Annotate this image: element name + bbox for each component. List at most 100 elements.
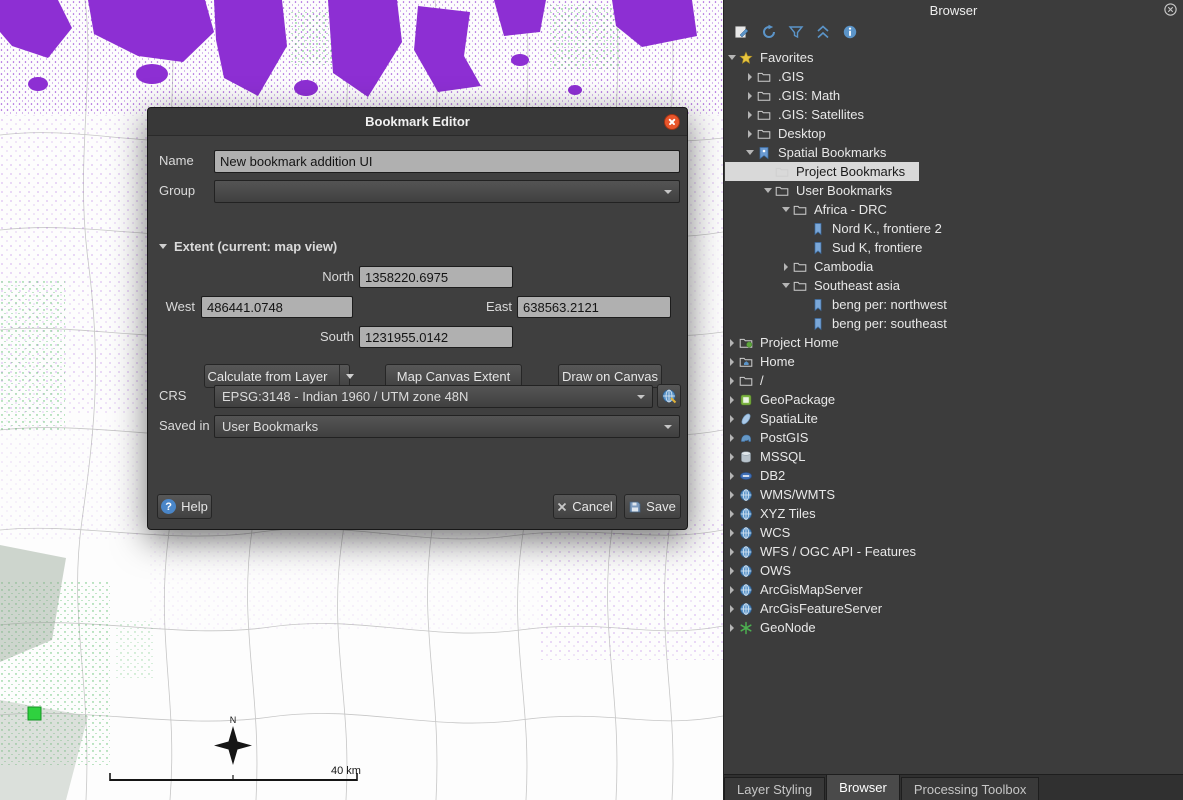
saved-in-combobox[interactable]: User Bookmarks [214,415,680,438]
north-label: N [230,715,237,725]
tree-item-southeast-asia[interactable]: Southeast asia [725,276,914,295]
group-label: Group [159,180,195,202]
chevron-right-icon[interactable] [743,105,757,124]
cancel-icon [557,502,567,512]
tree-item-user-bookmarks[interactable]: User Bookmarks [725,181,906,200]
chevron-right-icon[interactable] [725,485,739,504]
tree-item-africa-drc[interactable]: Africa - DRC [725,200,901,219]
tree-item-spatialite[interactable]: SpatiaLite [725,409,832,428]
close-panel-button[interactable] [1163,2,1178,17]
chevron-right-icon[interactable] [725,523,739,542]
tree-item-project-bookmarks[interactable]: Project Bookmarks [725,162,919,181]
chevron-right-icon[interactable] [725,599,739,618]
chevron-right-icon[interactable] [725,409,739,428]
tab-processing-toolbox[interactable]: Processing Toolbox [901,777,1040,800]
tree-item-arcgismapserver[interactable]: ArcGisMapServer [725,580,877,599]
bookmark-icon [811,241,827,255]
dock-tabs: Layer Styling Browser Processing Toolbox [724,774,1183,800]
chevron-right-icon[interactable] [743,86,757,105]
properties-icon[interactable] [841,23,859,41]
tab-layer-styling[interactable]: Layer Styling [724,777,825,800]
tree-item-xyz-tiles[interactable]: XYZ Tiles [725,504,830,523]
extent-section-header[interactable]: Extent (current: map view) [159,239,337,254]
dialog-close-button[interactable] [664,114,680,130]
tree-item-gis-math[interactable]: .GIS: Math [725,86,854,105]
tree-item-geonode[interactable]: GeoNode [725,618,830,637]
tree-item-geopackage[interactable]: GeoPackage [725,390,849,409]
chevron-right-icon[interactable] [725,352,739,371]
dialog-titlebar[interactable]: Bookmark Editor [148,108,687,136]
tree-item-root[interactable]: / [725,371,778,390]
tree-item-cambodia[interactable]: Cambodia [725,257,887,276]
tree-item-label: MSSQL [760,449,806,464]
tree-item-postgis[interactable]: PostGIS [725,428,822,447]
tab-browser[interactable]: Browser [826,774,900,800]
tree-item-favorites[interactable]: Favorites [725,48,827,67]
chevron-right-icon[interactable] [743,124,757,143]
filter-browser-icon[interactable] [787,23,805,41]
chevron-down-icon[interactable] [743,143,757,162]
project-home-icon [739,336,755,350]
chevron-right-icon[interactable] [725,447,739,466]
chevron-right-icon[interactable] [725,333,739,352]
chevron-right-icon[interactable] [725,542,739,561]
tree-item-label: ArcGisFeatureServer [760,601,882,616]
west-input[interactable] [201,296,353,318]
chevron-down-icon[interactable] [761,181,775,200]
chevron-right-icon[interactable] [725,428,739,447]
collapse-all-icon[interactable] [814,23,832,41]
help-button[interactable]: Help [157,494,212,519]
chevron-right-icon[interactable] [725,390,739,409]
crs-combobox[interactable]: EPSG:3148 - Indian 1960 / UTM zone 48N [214,385,653,408]
chevron-right-icon[interactable] [725,371,739,390]
folder-icon [757,70,773,84]
south-input[interactable] [359,326,513,348]
chevron-right-icon[interactable] [725,504,739,523]
chevron-down-icon[interactable] [725,48,739,67]
tree-item-wcs[interactable]: WCS [725,523,804,542]
chevron-right-icon[interactable] [779,257,793,276]
tree-item-project-home[interactable]: Project Home [725,333,853,352]
chevron-right-icon[interactable] [725,561,739,580]
tree-item-label: WFS / OGC API - Features [760,544,916,559]
folder-icon [757,127,773,141]
east-input[interactable] [517,296,671,318]
tree-item-spatial-bookmarks[interactable]: Spatial Bookmarks [725,143,900,162]
tree-item-db2[interactable]: DB2 [725,466,799,485]
chevron-right-icon[interactable] [725,466,739,485]
tree-item-gis-satellites[interactable]: .GIS: Satellites [725,105,878,124]
tree-item-wfs-ogc-api-features[interactable]: WFS / OGC API - Features [725,542,930,561]
save-button[interactable]: Save [624,494,681,519]
new-item-icon[interactable] [733,23,751,41]
tree-item-label: GeoPackage [760,392,835,407]
wcs-icon [739,526,755,540]
browser-toolbar [724,19,1183,46]
map-feature-highlight [28,707,41,720]
north-input[interactable] [359,266,513,288]
name-input[interactable] [214,150,680,173]
tree-item-sud-k-frontiere[interactable]: Sud K, frontiere [725,238,936,257]
draw-on-canvas-label: Draw on Canvas [562,369,658,384]
tree-item-wms-wmts[interactable]: WMS/WMTS [725,485,849,504]
cancel-button[interactable]: Cancel [553,494,617,519]
cancel-label: Cancel [572,499,612,514]
chevron-right-icon[interactable] [725,618,739,637]
tree-item-mssql[interactable]: MSSQL [725,447,820,466]
tree-item-nord-k-frontiere-2[interactable]: Nord K., frontiere 2 [725,219,956,238]
refresh-icon[interactable] [760,23,778,41]
tree-item-arcgisfeatureserver[interactable]: ArcGisFeatureServer [725,599,896,618]
chevron-right-icon[interactable] [743,67,757,86]
wms-icon [739,488,755,502]
chevron-down-icon[interactable] [779,200,793,219]
tree-item-label: Cambodia [814,259,873,274]
tree-item-desktop[interactable]: Desktop [725,124,840,143]
tree-item-ows[interactable]: OWS [725,561,805,580]
group-combobox[interactable] [214,180,680,203]
chevron-down-icon[interactable] [779,276,793,295]
tree-item-gis[interactable]: .GIS [725,67,818,86]
tree-item-beng-per-northwest[interactable]: beng per: northwest [725,295,961,314]
crs-picker-button[interactable] [657,384,681,408]
tree-item-beng-per-southeast[interactable]: beng per: southeast [725,314,961,333]
tree-item-home[interactable]: Home [725,352,809,371]
chevron-right-icon[interactable] [725,580,739,599]
